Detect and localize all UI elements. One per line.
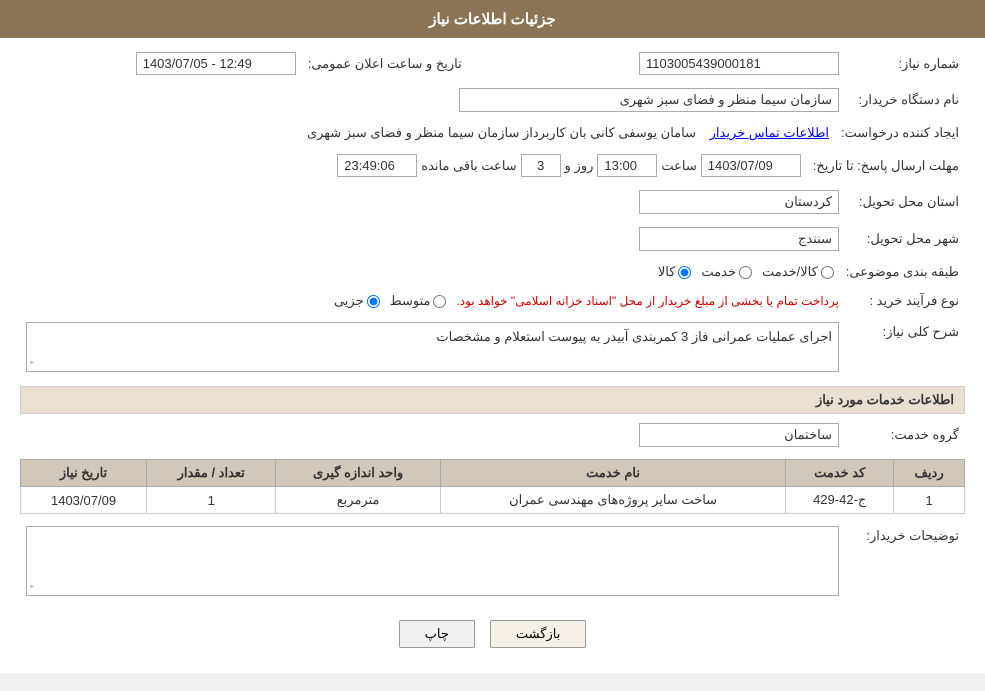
page-wrapper: جزئیات اطلاعات نیاز شماره نیاز: 11030054… (0, 0, 985, 673)
table-cell-row: 1 (894, 487, 965, 514)
table-cell-unit: مترمربع (276, 487, 441, 514)
service-group-input: ساختمان (639, 423, 839, 447)
buyer-org-value: سازمان سیما منظر و فضای سبز شهری (20, 84, 845, 116)
purchase-type-jozi-input[interactable] (367, 295, 380, 308)
table-cell-date: 1403/07/09 (21, 487, 147, 514)
remaining-time-label: ساعت باقی مانده (421, 158, 516, 174)
category-radio-kala-khedmat-input[interactable] (821, 266, 834, 279)
service-table: ردیف کد خدمت نام خدمت واحد اندازه گیری ت… (20, 459, 965, 514)
province-input: کردستان (639, 190, 839, 214)
purchase-type-motavaset-label: متوسط (390, 293, 431, 309)
category-radio-khedmat-input[interactable] (739, 266, 752, 279)
city-input: سنندج (639, 227, 839, 251)
services-section-title: اطلاعات خدمات مورد نیاز (20, 386, 965, 414)
purchase-type-radio-jozi: جزیی (334, 293, 380, 309)
category-radio-khedmat: خدمت (701, 264, 752, 280)
creator-label: ایجاد کننده درخواست: (835, 121, 965, 145)
table-row: 1ج-42-429ساخت سایر پروژه‌های مهندسی عمرا… (21, 487, 965, 514)
resize-icon: ‣ (29, 358, 35, 369)
category-kala-label: کالا (658, 264, 676, 280)
need-number-row: شماره نیاز: 1103005439000181 تاریخ و ساع… (20, 48, 965, 79)
creator-link[interactable]: اطلاعات تماس خریدار (710, 125, 829, 140)
description-value: اجرای عملیات عمرانی فاز 3 کمربندی آبیدر … (20, 318, 845, 376)
remaining-time-input: 23:49:06 (337, 154, 417, 177)
province-value: کردستان (20, 186, 845, 218)
province-label: استان محل تحویل: (845, 186, 965, 218)
day-label: روز و (565, 158, 594, 174)
creator-value: اطلاعات تماس خریدار سامان یوسفی کانی بان… (20, 121, 835, 145)
service-group-row: گروه خدمت: ساختمان (20, 419, 965, 451)
buyer-org-row: نام دستگاه خریدار: سازمان سیما منظر و فض… (20, 84, 965, 116)
purchase-type-jozi-label: جزیی (334, 293, 364, 309)
description-label: شرح کلی نیاز: (845, 318, 965, 376)
buyer-notes-row: توضیحات خریدار: ‣ (20, 522, 965, 600)
purchase-type-motavaset-input[interactable] (433, 295, 446, 308)
col-header-row: ردیف (894, 460, 965, 487)
need-number-label: شماره نیاز: (845, 48, 965, 79)
deadline-row: مهلت ارسال پاسخ: تا تاریخ: 1403/07/09 سا… (20, 150, 965, 181)
province-row: استان محل تحویل: کردستان (20, 186, 965, 218)
announcement-input: 1403/07/05 - 12:49 (136, 52, 296, 75)
description-text: اجرای عملیات عمرانی فاز 3 کمربندی آبیدر … (436, 329, 832, 344)
time-input: 13:00 (597, 154, 657, 177)
category-radio-group: کالا/خدمت خدمت کالا (26, 264, 834, 280)
purchase-type-note: پرداخت تمام یا بخشی از مبلغ خریدار از مح… (456, 294, 839, 308)
col-header-quantity: تعداد / مقدار (147, 460, 276, 487)
col-header-name: نام خدمت (440, 460, 785, 487)
purchase-type-row: نوع فرآیند خرید : پرداخت تمام یا بخشی از… (20, 289, 965, 313)
days-input: 3 (521, 154, 561, 177)
city-value: سنندج (20, 223, 845, 255)
buyer-org-input: سازمان سیما منظر و فضای سبز شهری (459, 88, 839, 112)
category-radio-kala: کالا (658, 264, 692, 280)
announcement-label: تاریخ و ساعت اعلان عمومی: (302, 48, 468, 79)
description-row: شرح کلی نیاز: اجرای عملیات عمرانی فاز 3 … (20, 318, 965, 376)
description-box: اجرای عملیات عمرانی فاز 3 کمربندی آبیدر … (26, 322, 839, 372)
table-cell-code: ج-42-429 (786, 487, 894, 514)
city-row: شهر محل تحویل: سنندج (20, 223, 965, 255)
category-khedmat-label: خدمت (701, 264, 736, 280)
announcement-value: 1403/07/05 - 12:49 (20, 48, 302, 79)
col-header-unit: واحد اندازه گیری (276, 460, 441, 487)
time-label: ساعت (661, 158, 696, 174)
service-group-value: ساختمان (20, 419, 845, 451)
date-input: 1403/07/09 (701, 154, 801, 177)
table-cell-name: ساخت سایر پروژه‌های مهندسی عمران (440, 487, 785, 514)
bottom-buttons: بازگشت چاپ (20, 605, 965, 663)
table-cell-quantity: 1 (147, 487, 276, 514)
creator-row: ایجاد کننده درخواست: اطلاعات تماس خریدار… (20, 121, 965, 145)
buyer-notes-value: ‣ (20, 522, 845, 600)
need-number-value: 1103005439000181 (498, 48, 845, 79)
need-number-input: 1103005439000181 (639, 52, 839, 75)
category-row: طبقه بندی موضوعی: کالا/خدمت خدمت (20, 260, 965, 284)
col-header-code: کد خدمت (786, 460, 894, 487)
back-button[interactable]: بازگشت (490, 620, 586, 648)
buyer-notes-label: توضیحات خریدار: (845, 522, 965, 600)
page-header: جزئیات اطلاعات نیاز (0, 0, 985, 38)
city-label: شهر محل تحویل: (845, 223, 965, 255)
category-value: کالا/خدمت خدمت کالا (20, 260, 840, 284)
buyer-notes-resize-icon: ‣ (29, 582, 35, 593)
buyer-org-label: نام دستگاه خریدار: (845, 84, 965, 116)
purchase-type-radio-motavaset: متوسط (390, 293, 447, 309)
col-header-date: تاریخ نیاز (21, 460, 147, 487)
category-radio-kala-input[interactable] (678, 266, 691, 279)
category-kala-khedmat-label: کالا/خدمت (762, 264, 818, 280)
category-radio-kala-khedmat: کالا/خدمت (762, 264, 834, 280)
print-button[interactable]: چاپ (399, 620, 475, 648)
page-title: جزئیات اطلاعات نیاز (429, 11, 556, 28)
service-group-label: گروه خدمت: (845, 419, 965, 451)
buyer-notes-box: ‣ (26, 526, 839, 596)
purchase-type-content: پرداخت تمام یا بخشی از مبلغ خریدار از مح… (26, 293, 839, 309)
purchase-type-value: پرداخت تمام یا بخشی از مبلغ خریدار از مح… (20, 289, 845, 313)
deadline-time-row: 1403/07/09 ساعت 13:00 روز و 3 ساعت باقی … (26, 154, 801, 177)
category-label: طبقه بندی موضوعی: (840, 260, 965, 284)
deadline-label: مهلت ارسال پاسخ: تا تاریخ: (807, 150, 965, 181)
creator-system-value: سامان یوسفی کانی بان کاربرداز سازمان سیم… (307, 125, 696, 140)
main-content: شماره نیاز: 1103005439000181 تاریخ و ساع… (0, 38, 985, 673)
purchase-type-label: نوع فرآیند خرید : (845, 289, 965, 313)
deadline-value: 1403/07/09 ساعت 13:00 روز و 3 ساعت باقی … (20, 150, 807, 181)
